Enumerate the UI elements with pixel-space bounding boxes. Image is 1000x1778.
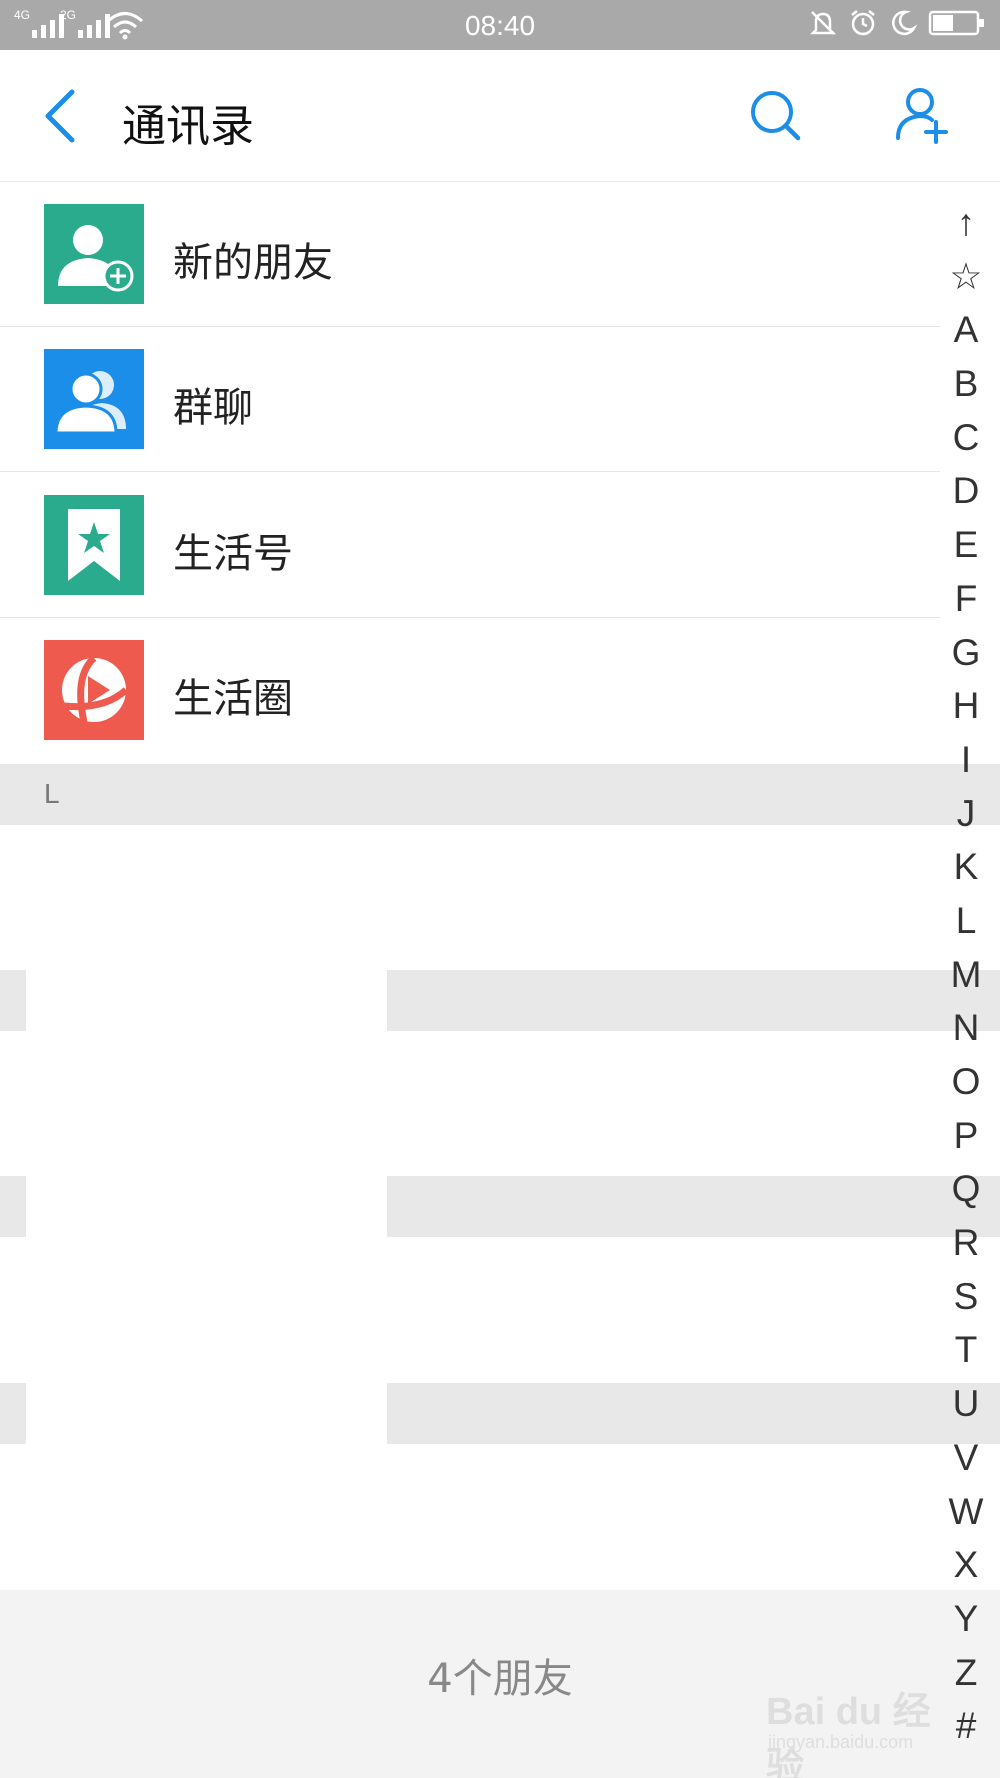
add-contact-button[interactable] [894, 86, 952, 144]
list-item-group-chat[interactable]: 群聊 [0, 327, 940, 472]
list-item-new-friends[interactable]: 新的朋友 [0, 182, 940, 327]
index-item[interactable]: M [940, 948, 992, 1002]
list-divider [387, 970, 1000, 1031]
back-arrow-icon [45, 89, 75, 143]
index-item[interactable]: B [940, 357, 992, 411]
list-divider [387, 1383, 1000, 1444]
back-button[interactable] [38, 88, 88, 144]
list-divider [387, 1176, 1000, 1237]
index-item[interactable]: P [940, 1109, 992, 1163]
index-item[interactable]: ☆ [940, 250, 992, 304]
index-item[interactable]: O [940, 1055, 992, 1109]
list-item-life-circle[interactable]: 生活圈 [0, 618, 940, 763]
index-item[interactable]: U [940, 1377, 992, 1431]
index-item[interactable]: Q [940, 1162, 992, 1216]
index-item[interactable]: G [940, 626, 992, 680]
index-item[interactable]: J [940, 787, 992, 841]
index-item[interactable]: I [940, 733, 992, 787]
index-item[interactable]: Y [940, 1592, 992, 1646]
list-item-life-account[interactable]: 生活号 [0, 473, 940, 618]
mute-icon [809, 11, 837, 35]
group-chat-icon [44, 349, 144, 449]
search-button[interactable] [748, 88, 804, 144]
index-item[interactable]: ↑ [940, 196, 992, 250]
index-item[interactable]: F [940, 572, 992, 626]
index-item[interactable]: C [940, 411, 992, 465]
index-item[interactable]: A [940, 303, 992, 357]
life-circle-icon [44, 640, 144, 740]
list-item-label: 群聊 [173, 385, 253, 431]
index-item[interactable]: K [940, 840, 992, 894]
list-item-label: 生活圈 [173, 676, 293, 722]
index-item[interactable]: E [940, 518, 992, 572]
status-bar: 4G 2G 08:40 [0, 0, 1000, 50]
index-item[interactable]: W [940, 1485, 992, 1539]
alphabet-index-bar[interactable]: ↑ ☆ A B C D E F G H I J K L M N O P Q R S T U V W X Y Z # [940, 196, 992, 1753]
index-item[interactable]: N [940, 1001, 992, 1055]
life-account-icon [44, 495, 144, 595]
alarm-icon [851, 10, 875, 36]
section-header: L [0, 764, 1000, 825]
index-item[interactable]: X [940, 1538, 992, 1592]
watermark: Bai du 经验 jingyan.baidu.com [766, 1680, 956, 1778]
index-item[interactable]: D [940, 464, 992, 518]
watermark-logo: Bai du 经验 [766, 1691, 931, 1778]
page-title: 通讯录 [122, 101, 254, 152]
moon-icon [892, 10, 918, 36]
battery-icon [928, 10, 984, 36]
index-item[interactable]: S [940, 1270, 992, 1324]
search-icon [751, 91, 801, 141]
new-friend-icon [44, 204, 144, 304]
app-header: 通讯录 [0, 50, 1000, 182]
add-user-icon [896, 88, 948, 144]
section-letter: L [44, 778, 60, 809]
index-item[interactable]: V [940, 1431, 992, 1485]
index-item[interactable]: R [940, 1216, 992, 1270]
list-divider [0, 1176, 26, 1237]
list-divider [0, 970, 26, 1031]
list-item-label: 新的朋友 [173, 240, 333, 286]
index-item[interactable]: T [940, 1323, 992, 1377]
list-item-label: 生活号 [173, 531, 293, 577]
watermark-url: jingyan.baidu.com [768, 1732, 914, 1752]
index-item[interactable]: L [940, 894, 992, 948]
list-divider [0, 1383, 26, 1444]
index-item[interactable]: H [940, 679, 992, 733]
